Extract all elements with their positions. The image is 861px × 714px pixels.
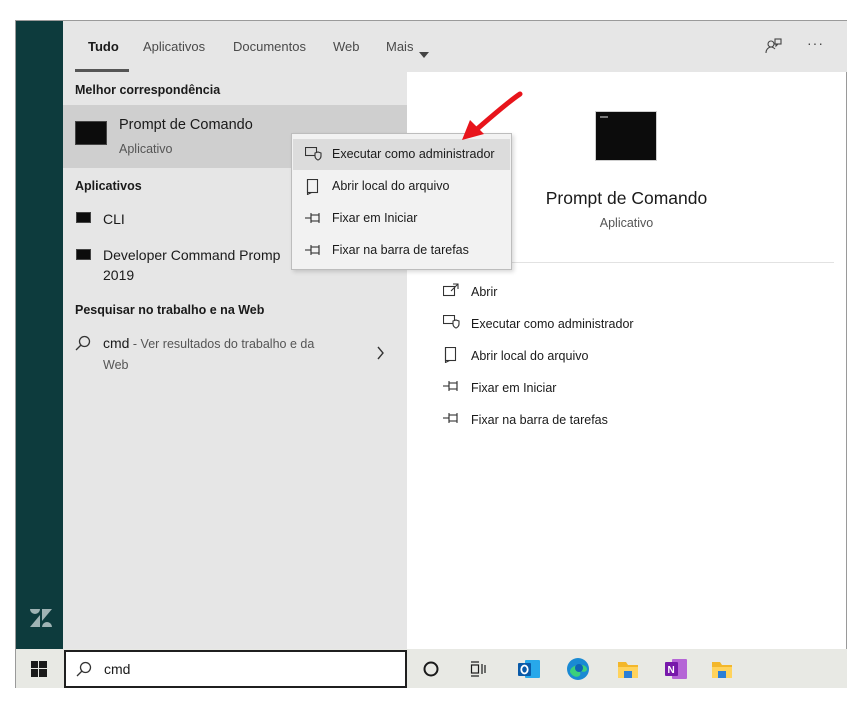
pin-icon <box>443 411 460 429</box>
tab-documentos[interactable]: Documentos <box>233 39 306 54</box>
menu-item-label: Executar como administrador <box>332 147 495 161</box>
file-location-icon <box>443 346 457 368</box>
menu-item-label: Abrir local do arquivo <box>332 179 450 193</box>
best-match-subtitle: Aplicativo <box>119 142 173 156</box>
action-pin-to-start[interactable]: Fixar em Iniciar <box>443 375 823 403</box>
menu-item-label: Fixar na barra de tarefas <box>332 243 469 257</box>
tab-aplicativos[interactable]: Aplicativos <box>143 39 205 54</box>
search-icon <box>76 661 92 682</box>
best-match-header: Melhor correspondência <box>75 83 221 97</box>
web-query-suffix-line2: Web <box>103 358 129 372</box>
svg-text:N: N <box>668 665 675 676</box>
admin-shield-icon <box>304 146 322 166</box>
action-open[interactable]: Abrir <box>442 279 823 307</box>
pin-icon <box>443 379 460 397</box>
feedback-icon[interactable] <box>764 37 782 60</box>
action-pin-to-taskbar[interactable]: Fixar na barra de tarefas <box>443 407 823 435</box>
action-label: Fixar em Iniciar <box>471 381 557 395</box>
web-search-header: Pesquisar no trabalho e na Web <box>75 303 265 317</box>
web-query-suffix: - Ver resultados do trabalho e da <box>129 337 315 351</box>
file-location-icon <box>305 178 319 200</box>
action-run-as-admin[interactable]: Executar como administrador <box>442 311 823 339</box>
search-input[interactable]: cmd <box>104 661 130 677</box>
chevron-right-icon[interactable] <box>376 346 385 365</box>
list-item-label-line2: 2019 <box>103 267 135 283</box>
filter-tabs-bar: Tudo Aplicativos Documentos Web Mais ··· <box>63 21 847 72</box>
file-explorer-icon[interactable] <box>616 657 640 686</box>
context-menu: Executar como administrador Abrir local … <box>291 133 512 270</box>
tab-tudo[interactable]: Tudo <box>88 39 119 54</box>
command-prompt-icon <box>75 121 107 145</box>
console-icon <box>76 212 91 223</box>
list-item-label: CLI <box>103 211 125 227</box>
menu-item-pin-to-taskbar[interactable]: Fixar na barra de tarefas <box>292 235 511 267</box>
more-options-icon[interactable]: ··· <box>807 35 824 51</box>
action-label: Abrir <box>471 285 498 299</box>
menu-item-pin-to-start[interactable]: Fixar em Iniciar <box>292 203 511 235</box>
folder-icon[interactable] <box>710 657 734 686</box>
edge-icon[interactable] <box>566 657 590 686</box>
pin-icon <box>305 243 322 261</box>
tab-web[interactable]: Web <box>333 39 360 54</box>
console-icon <box>76 249 91 260</box>
list-item-label: Developer Command Promp <box>103 247 281 263</box>
sidebar-rail <box>16 21 63 649</box>
onenote-icon[interactable]: N <box>664 657 688 686</box>
apps-header: Aplicativos <box>75 179 142 193</box>
tab-mais[interactable]: Mais <box>386 39 413 54</box>
cortana-icon[interactable] <box>423 661 439 682</box>
start-icon[interactable] <box>31 661 47 682</box>
annotation-arrow-icon <box>458 90 526 147</box>
best-match-title: Prompt de Comando <box>119 117 253 133</box>
outlook-icon[interactable] <box>517 657 541 686</box>
command-prompt-large-icon <box>595 111 657 161</box>
action-label: Abrir local do arquivo <box>471 349 589 363</box>
action-label: Executar como administrador <box>471 317 634 331</box>
pin-icon <box>305 211 322 229</box>
chevron-down-icon[interactable] <box>419 45 429 63</box>
zendesk-logo-icon <box>29 608 53 633</box>
action-label: Fixar na barra de tarefas <box>471 413 608 427</box>
task-view-icon[interactable] <box>470 661 488 682</box>
menu-item-label: Fixar em Iniciar <box>332 211 418 225</box>
open-icon <box>442 283 459 302</box>
search-icon <box>75 335 91 356</box>
active-tab-indicator <box>75 69 129 72</box>
taskbar-search-box[interactable]: cmd <box>64 650 407 688</box>
web-query: cmd <box>103 335 130 351</box>
admin-shield-icon <box>442 314 460 334</box>
menu-item-open-file-location[interactable]: Abrir local do arquivo <box>292 171 511 203</box>
action-open-file-location[interactable]: Abrir local do arquivo <box>443 343 823 371</box>
